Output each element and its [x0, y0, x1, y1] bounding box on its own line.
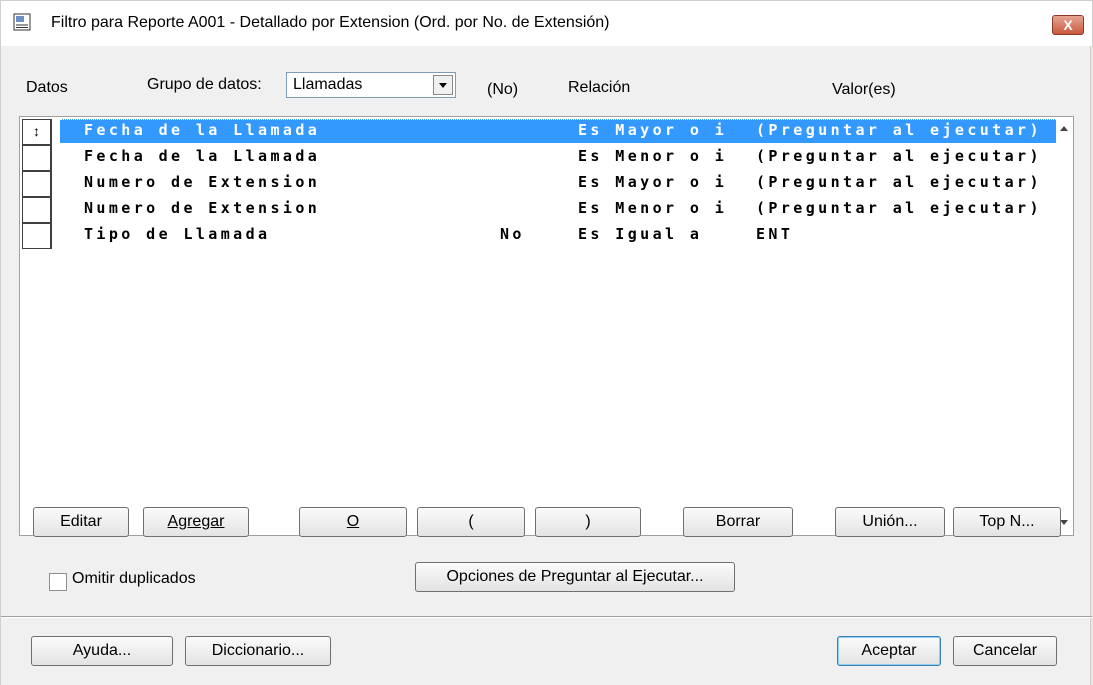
- report-icon: [13, 13, 31, 31]
- relation-cell: Es Menor o i: [578, 147, 728, 165]
- field-cell: Numero de Extension: [84, 199, 321, 217]
- topn-button[interactable]: Top N...: [953, 507, 1061, 537]
- relacion-column-header: Relación: [568, 79, 631, 96]
- aceptar-button[interactable]: Aceptar: [837, 636, 941, 666]
- datos-label: Datos: [26, 79, 68, 96]
- grupo-value: Llamadas: [293, 76, 363, 93]
- vertical-scrollbar[interactable]: [1056, 117, 1073, 535]
- opciones-preguntar-button[interactable]: Opciones de Preguntar al Ejecutar...: [415, 562, 735, 592]
- table-row[interactable]: Fecha de la Llamada Es Menor o i (Pregun…: [20, 145, 1058, 171]
- title-bar: Filtro para Reporte A001 - Detallado por…: [0, 0, 1093, 47]
- value-cell: (Preguntar al ejecutar): [756, 147, 1042, 165]
- value-cell: (Preguntar al ejecutar): [756, 173, 1042, 191]
- table-row[interactable]: ↕ Fecha de la Llamada Es Mayor o i (Preg…: [20, 119, 1058, 145]
- value-cell: ENT: [756, 225, 794, 243]
- row-selector[interactable]: ↕: [22, 119, 52, 145]
- diccionario-button[interactable]: Diccionario...: [185, 636, 331, 666]
- row-selector[interactable]: [22, 171, 52, 197]
- separator: [1, 616, 1092, 618]
- relation-cell: Es Mayor o i: [578, 173, 728, 191]
- value-cell: (Preguntar al ejecutar): [756, 121, 1042, 139]
- agregar-button[interactable]: Agregar: [143, 507, 249, 537]
- field-cell: Tipo de Llamada: [84, 225, 271, 243]
- table-row[interactable]: Numero de Extension Es Mayor o i (Pregun…: [20, 171, 1058, 197]
- field-cell: Fecha de la Llamada: [84, 121, 321, 139]
- chevron-down-icon[interactable]: [433, 75, 453, 95]
- omitir-duplicados-label: Omitir duplicados: [72, 570, 196, 587]
- omitir-duplicados-checkbox[interactable]: [49, 573, 67, 591]
- table-row[interactable]: Tipo de Llamada No Es Igual a ENT: [20, 223, 1058, 249]
- relation-cell: Es Menor o i: [578, 199, 728, 217]
- value-cell: (Preguntar al ejecutar): [756, 199, 1042, 217]
- relation-cell: Es Igual a: [578, 225, 703, 243]
- field-cell: Fecha de la Llamada: [84, 147, 321, 165]
- field-cell: Numero de Extension: [84, 173, 321, 191]
- o-button[interactable]: O: [299, 507, 407, 537]
- filter-grid[interactable]: ↕ Fecha de la Llamada Es Mayor o i (Preg…: [19, 116, 1074, 536]
- scroll-up-icon[interactable]: [1056, 123, 1073, 135]
- relation-cell: Es Mayor o i: [578, 121, 728, 139]
- borrar-button[interactable]: Borrar: [683, 507, 793, 537]
- no-column-header: (No): [487, 81, 519, 98]
- dialog-body: Datos Grupo de datos: Llamadas (No) Rela…: [0, 46, 1092, 685]
- editar-button[interactable]: Editar: [33, 507, 129, 537]
- grupo-label: Grupo de datos:: [147, 76, 262, 93]
- cancelar-button[interactable]: Cancelar: [953, 636, 1057, 666]
- row-selector[interactable]: [22, 223, 52, 249]
- no-cell: No: [500, 225, 525, 243]
- valor-column-header: Valor(es): [832, 81, 896, 98]
- union-button[interactable]: Unión...: [835, 507, 945, 537]
- ayuda-button[interactable]: Ayuda...: [31, 636, 173, 666]
- grupo-combo[interactable]: Llamadas: [286, 72, 456, 98]
- close-button[interactable]: X: [1052, 15, 1084, 35]
- close-paren-button[interactable]: ): [535, 507, 641, 537]
- row-selector[interactable]: [22, 197, 52, 223]
- row-selector[interactable]: [22, 145, 52, 171]
- open-paren-button[interactable]: (: [417, 507, 525, 537]
- window-title: Filtro para Reporte A001 - Detallado por…: [51, 14, 610, 31]
- table-row[interactable]: Numero de Extension Es Menor o i (Pregun…: [20, 197, 1058, 223]
